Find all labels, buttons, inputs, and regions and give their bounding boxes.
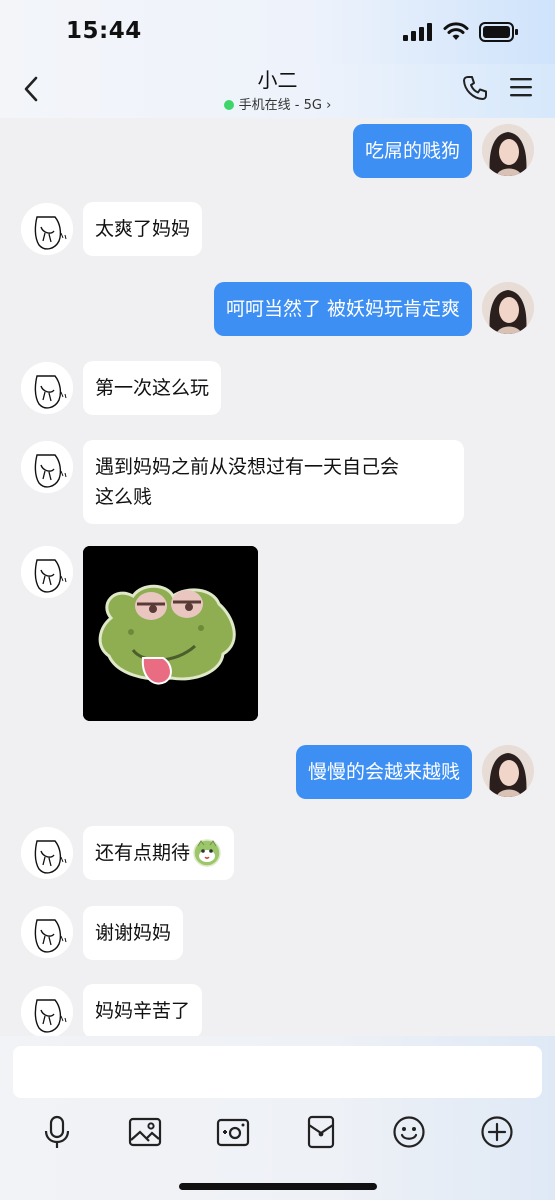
message-list[interactable]: 吃屌的贱狗 太爽了妈妈 呵呵当然了 被妖妈玩肯定爽 第一次这么玩 遇到妈妈之前从… xyxy=(0,118,555,1036)
voice-button[interactable] xyxy=(39,1114,75,1150)
battery-icon xyxy=(479,22,518,42)
outgoing-message-bubble[interactable]: 呵呵当然了 被妖妈玩肯定爽 xyxy=(213,282,472,336)
user-photo-icon xyxy=(482,282,534,334)
online-status-label: 手机在线 - 5G xyxy=(238,98,322,113)
chat-header: 小二 手机在线 - 5G › xyxy=(0,64,555,118)
outgoing-message-bubble[interactable]: 吃屌的贱狗 xyxy=(352,124,472,178)
my-avatar[interactable] xyxy=(482,124,534,176)
incoming-message-bubble[interactable]: 第一次这么玩 xyxy=(83,361,222,415)
contact-avatar[interactable] xyxy=(21,362,73,414)
more-button[interactable] xyxy=(479,1114,515,1150)
doodle-avatar-icon xyxy=(21,362,73,414)
frog-sticker-icon xyxy=(83,546,258,721)
phone-icon xyxy=(463,76,487,100)
cat-emoji-icon xyxy=(193,839,221,867)
call-button[interactable] xyxy=(461,74,489,106)
outgoing-message-bubble[interactable]: 慢慢的会越来越贱 xyxy=(295,745,472,799)
chevron-right-icon: › xyxy=(326,98,332,113)
image-button[interactable] xyxy=(127,1114,163,1150)
contact-avatar[interactable] xyxy=(21,441,73,493)
composer-toolbar xyxy=(0,1114,555,1154)
doodle-avatar-icon xyxy=(21,203,73,255)
status-icons xyxy=(403,22,519,42)
contact-avatar[interactable] xyxy=(21,546,73,598)
message-text: 还有点期待 xyxy=(95,842,191,864)
emoji-button[interactable] xyxy=(391,1114,427,1150)
doodle-avatar-icon xyxy=(21,546,73,598)
contact-avatar[interactable] xyxy=(21,827,73,879)
doodle-avatar-icon xyxy=(21,906,73,958)
image-icon xyxy=(128,1117,162,1147)
red-packet-icon xyxy=(307,1115,335,1149)
incoming-message-bubble[interactable]: 太爽了妈妈 xyxy=(83,202,203,256)
status-time: 15:44 xyxy=(66,18,142,44)
incoming-message-bubble[interactable]: 遇到妈妈之前从没想过有一天自己会 这么贱 xyxy=(83,440,464,524)
contact-avatar[interactable] xyxy=(21,203,73,255)
contact-avatar[interactable] xyxy=(21,986,73,1036)
message-input[interactable] xyxy=(13,1046,542,1098)
camera-button[interactable] xyxy=(215,1114,251,1150)
user-photo-icon xyxy=(482,745,534,797)
incoming-message-bubble[interactable]: 还有点期待 xyxy=(83,826,235,880)
online-dot xyxy=(223,100,234,110)
plus-icon xyxy=(481,1116,513,1148)
sticker-message[interactable] xyxy=(83,546,258,721)
my-avatar[interactable] xyxy=(482,745,534,797)
menu-button[interactable] xyxy=(509,76,533,102)
my-avatar[interactable] xyxy=(482,282,534,334)
incoming-message-bubble[interactable]: 妈妈辛苦了 xyxy=(83,984,203,1036)
microphone-icon xyxy=(44,1115,70,1148)
doodle-avatar-icon xyxy=(21,441,73,493)
composer-bar xyxy=(0,1036,555,1200)
signal-icon xyxy=(403,23,432,41)
camera-icon xyxy=(216,1118,250,1147)
wifi-icon xyxy=(443,22,469,40)
user-photo-icon xyxy=(482,124,534,176)
emoji-icon xyxy=(393,1116,425,1148)
doodle-avatar-icon xyxy=(21,986,73,1036)
red-packet-button[interactable] xyxy=(303,1114,339,1150)
status-bar: 15:44 xyxy=(0,0,555,64)
doodle-avatar-icon xyxy=(21,827,73,879)
incoming-message-bubble[interactable]: 谢谢妈妈 xyxy=(83,906,184,960)
contact-avatar[interactable] xyxy=(21,906,73,958)
home-indicator[interactable] xyxy=(179,1183,377,1190)
menu-icon xyxy=(510,78,532,97)
